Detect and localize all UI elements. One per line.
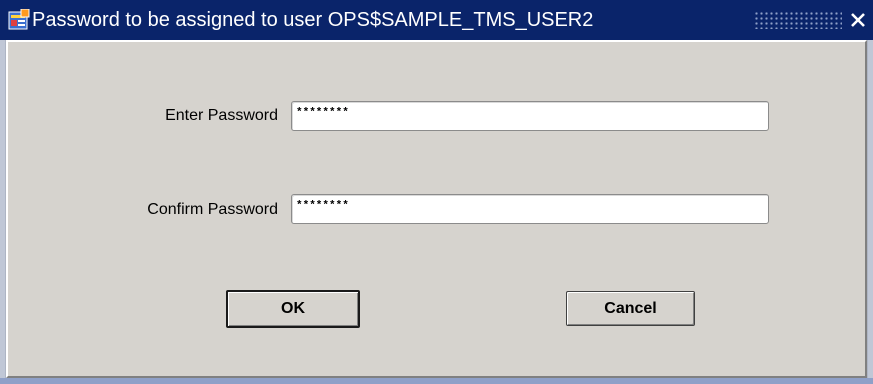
confirm-password-label: Confirm Password <box>147 201 278 218</box>
close-icon[interactable] <box>846 8 870 32</box>
window-title: Password to be assigned to user OPS$SAMP… <box>32 9 594 31</box>
title-bar-grip <box>754 11 842 29</box>
password-dialog: Password to be assigned to user OPS$SAMP… <box>0 0 873 384</box>
cancel-button[interactable]: Cancel <box>566 291 695 326</box>
window-frame-right <box>867 40 873 384</box>
title-bar[interactable]: Password to be assigned to user OPS$SAMP… <box>0 0 873 40</box>
enter-password-field[interactable]: ******** <box>291 101 769 131</box>
forms-app-icon <box>8 9 30 30</box>
enter-password-label: Enter Password <box>165 107 278 124</box>
ok-button[interactable]: OK <box>226 290 360 328</box>
window-frame-bottom <box>0 378 873 384</box>
confirm-password-field[interactable]: ******** <box>291 194 769 224</box>
